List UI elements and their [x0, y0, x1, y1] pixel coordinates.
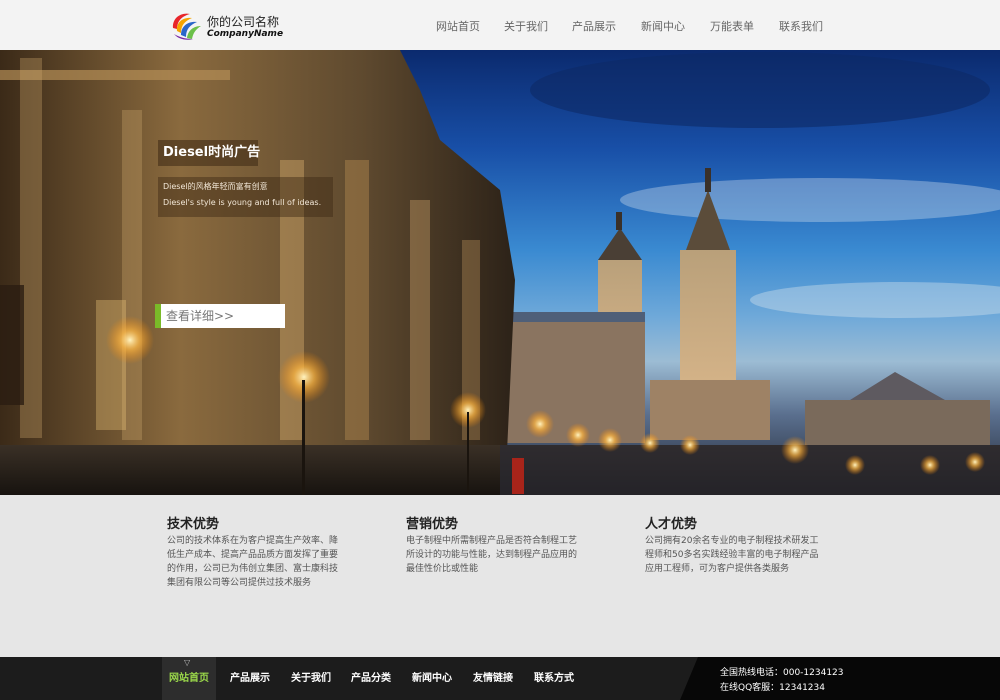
nav-item-form[interactable]: 万能表单 [710, 18, 754, 34]
feature-marketing: 营销优势 电子制程中所需制程产品是否符合制程工艺所设计的功能与性能，达到制程产品… [406, 513, 581, 576]
hero-image [0, 50, 1000, 495]
company-name-cn: 你的公司名称 [207, 15, 280, 29]
footer-nav-products[interactable]: 产品展示 [230, 657, 270, 700]
feature-tech: 技术优势 公司的技术体系在为客户提高生产效率、降低生产成本、提高产品品质方面发挥… [167, 513, 342, 590]
nav-item-home[interactable]: 网站首页 [436, 18, 480, 34]
feature-title: 人才优势 [645, 517, 698, 532]
banner-subtitle-cn: Diesel的风格年轻而富有创意 [163, 182, 268, 191]
view-details-button[interactable]: 查看详细>> [155, 304, 285, 328]
site-footer: ▽ 网站首页 产品展示 关于我们 产品分类 新闻中心 友情链接 联系方式 全国热… [0, 657, 1000, 700]
company-name-en: CompanyName [207, 29, 284, 39]
footer-nav-home-label: 网站首页 [169, 673, 209, 684]
footer-divider [680, 657, 698, 700]
feature-title: 营销优势 [406, 517, 459, 532]
footer-nav-categories[interactable]: 产品分类 [351, 657, 391, 700]
site-header: 你的公司名称 CompanyName 网站首页 关于我们 产品展示 新闻中心 万… [0, 0, 1000, 50]
footer-nav-news[interactable]: 新闻中心 [412, 657, 452, 700]
banner-subtitle-en: Diesel's style is young and full of idea… [163, 198, 322, 207]
feature-text: 电子制程中所需制程产品是否符合制程工艺所设计的功能与性能，达到制程产品应用的最佳… [406, 536, 578, 574]
footer-nav-contact[interactable]: 联系方式 [534, 657, 574, 700]
features-section: 技术优势 公司的技术体系在为客户提高生产效率、降低生产成本、提高产品品质方面发挥… [0, 495, 1000, 657]
nav-item-news[interactable]: 新闻中心 [641, 18, 685, 34]
footer-nav-about[interactable]: 关于我们 [291, 657, 331, 700]
banner-title: Diesel时尚广告 [158, 140, 260, 166]
footer-nav-home[interactable]: ▽ 网站首页 [162, 657, 216, 700]
feature-title: 技术优势 [167, 517, 220, 532]
feature-text: 公司拥有20余名专业的电子制程技术研发工程师和50多名实践经验丰富的电子制程产品… [645, 536, 819, 574]
feature-talent: 人才优势 公司拥有20余名专业的电子制程技术研发工程师和50多名实践经验丰富的电… [645, 513, 820, 576]
feature-text: 公司的技术体系在为客户提高生产效率、降低生产成本、提高产品品质方面发挥了重要的作… [167, 536, 339, 588]
nav-item-products[interactable]: 产品展示 [572, 18, 616, 34]
caret-down-icon: ▽ [184, 658, 191, 667]
hero-banner[interactable]: Diesel时尚广告 Diesel的风格年轻而富有创意 Diesel's sty… [0, 50, 1000, 495]
nav-item-contact[interactable]: 联系我们 [779, 18, 823, 34]
top-nav: 网站首页 关于我们 产品展示 新闻中心 万能表单 联系我们 [420, 0, 1000, 50]
footer-contact: 全国热线电话：000-1234123 在线QQ客服：12341234 [698, 657, 1000, 700]
logo-icon [171, 11, 201, 41]
qq-service-text: 在线QQ客服：12341234 [720, 683, 825, 693]
nav-item-about[interactable]: 关于我们 [504, 18, 548, 34]
hotline-text: 全国热线电话：000-1234123 [720, 668, 844, 678]
footer-nav-links[interactable]: 友情链接 [473, 657, 513, 700]
